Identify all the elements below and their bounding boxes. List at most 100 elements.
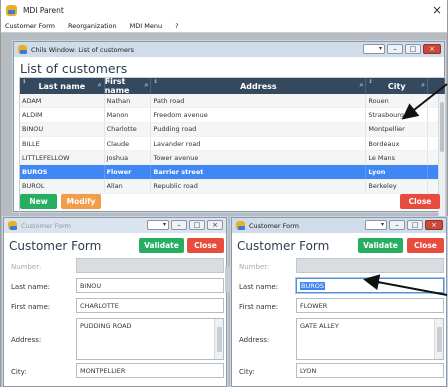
close-icon[interactable]: × <box>423 44 441 54</box>
number-label: Number: <box>11 263 42 271</box>
table-cell: Nathan <box>105 94 152 108</box>
form-titlebar: Customer Form ▾ – □ × <box>232 218 446 233</box>
app-title: MDI Parent <box>23 5 64 15</box>
table-cell: Lyon <box>366 165 429 179</box>
table-cell: ADAM <box>20 94 105 108</box>
table-cell: Bordeaux <box>366 136 429 151</box>
last-name-label: Last name: <box>11 283 51 291</box>
validate-button[interactable]: Validate <box>139 238 184 253</box>
number-field <box>76 258 230 292</box>
table-cell: LITTLEFELLOW <box>20 151 105 165</box>
modify-button[interactable]: Modify <box>61 194 101 209</box>
address-field[interactable]: GATE ALLEY <box>296 318 444 360</box>
close-icon[interactable]: × <box>425 220 443 230</box>
column-city[interactable]: ↕ City ⌕ <box>366 78 429 94</box>
table-cell: BINOU <box>20 122 105 136</box>
validate-button[interactable]: Validate <box>358 238 403 253</box>
last-name-field[interactable]: BUROS <box>296 278 444 293</box>
maximize-icon[interactable]: □ <box>407 220 423 230</box>
table-cell: Strasbourg <box>366 108 429 122</box>
window-icon <box>8 221 17 230</box>
window-icon <box>18 45 27 54</box>
table-cell: Barrier street <box>151 165 367 179</box>
address-scrollbar[interactable] <box>214 319 223 359</box>
pin-dropdown-icon[interactable]: ▾ <box>365 220 387 230</box>
city-field[interactable]: MONTPELLIER <box>76 363 224 378</box>
table-row[interactable]: ADAM Nathan Path road Rouen <box>20 94 445 109</box>
number-field <box>296 258 444 273</box>
maximize-icon[interactable]: □ <box>405 44 421 54</box>
first-name-label: First name: <box>11 303 51 311</box>
table-cell: Freedom avenue <box>151 108 367 122</box>
table-cell: Lavander road <box>151 136 367 151</box>
city-label: City: <box>11 368 27 376</box>
new-button[interactable]: New <box>20 194 57 209</box>
maximize-icon[interactable]: □ <box>189 220 205 230</box>
table-cell: Allan <box>105 179 152 194</box>
last-name-value: BUROS <box>300 281 325 290</box>
column-first-name[interactable]: ↕ First name ⌕ <box>105 78 152 95</box>
table-cell: Path road <box>151 94 367 108</box>
address-value: GATE ALLEY <box>300 322 339 330</box>
close-button[interactable]: Close <box>400 194 440 209</box>
window-buttons: ▾ – □ × <box>147 220 223 230</box>
window-title: Customer Form <box>249 221 300 230</box>
menu-reorganization[interactable]: Reorganization <box>68 22 117 30</box>
pin-dropdown-icon[interactable]: ▾ <box>363 44 385 54</box>
app-titlebar: MDI Parent × <box>1 0 447 20</box>
table-cell: BILLE <box>20 136 105 151</box>
table-row[interactable]: BILLE Claude Lavander road Bordeaux <box>20 136 445 152</box>
last-name-label: Last name: <box>239 283 279 291</box>
menu-mdi-menu[interactable]: MDI Menu <box>130 22 162 30</box>
table-row[interactable]: BUROL Allan Republic road Berkeley <box>20 179 445 195</box>
address-value: PUDDING ROAD <box>80 322 132 330</box>
number-label: Number: <box>239 263 270 271</box>
table-cell: Charlotte <box>105 122 152 136</box>
last-name-field[interactable]: BINOU <box>76 278 224 293</box>
close-button[interactable]: Close <box>407 238 444 253</box>
address-scrollbar[interactable] <box>434 319 443 359</box>
mdi-parent-window: MDI Parent × Customer Form Reorganizatio… <box>0 0 448 387</box>
close-icon[interactable]: × <box>207 220 223 230</box>
table-row[interactable]: ALDIM Manon Freedom avenue Strasbourg <box>20 108 445 123</box>
column-last-name[interactable]: ↕ Last name ⌕ <box>20 78 105 94</box>
first-name-field[interactable]: CHARLOTTE <box>76 298 224 313</box>
address-label: Address: <box>239 336 270 344</box>
customer-list-window: Chils Window: List of customers ▾ – □ × … <box>13 41 446 225</box>
first-name-field[interactable]: FLOWER <box>296 298 444 313</box>
minimize-icon[interactable]: – <box>387 44 403 54</box>
window-icon <box>236 221 245 230</box>
minimize-icon[interactable]: – <box>389 220 405 230</box>
city-label: City: <box>239 368 255 376</box>
customer-form-window-right: Customer Form ▾ – □ × Customer Form Vali… <box>231 217 447 387</box>
customer-list-titlebar: Chils Window: List of customers ▾ – □ × <box>14 42 444 57</box>
table-cell: Rouen <box>366 94 429 108</box>
form-titlebar: Customer Form ▾ – □ × <box>4 218 226 233</box>
scrollbar-thumb[interactable] <box>440 102 444 152</box>
table-header: ↕ Last name ⌕ ↕ First name ⌕ ↕ Address ⌕ ↕ City… <box>20 78 445 95</box>
pin-dropdown-icon[interactable]: ▾ <box>147 220 169 230</box>
form-heading: Customer Form <box>237 239 330 253</box>
close-icon[interactable]: × <box>432 2 442 18</box>
first-name-label: First name: <box>239 303 279 311</box>
address-field[interactable]: PUDDING ROAD <box>76 318 224 360</box>
table-cell: Le Mans <box>366 151 429 165</box>
minimize-icon[interactable]: – <box>171 220 187 230</box>
table-cell: Claude <box>105 136 152 151</box>
table-row[interactable]: BINOU Charlotte Pudding road Montpellier <box>20 122 445 137</box>
menu-help[interactable]: ? <box>175 22 178 30</box>
table-cell: Manon <box>105 108 152 122</box>
table-cell: BUROL <box>20 179 105 194</box>
menu-customer-form[interactable]: Customer Form <box>5 22 55 30</box>
column-address[interactable]: ↕ Address ⌕ <box>151 78 367 94</box>
window-title: Chils Window: List of customers <box>31 45 135 54</box>
close-button[interactable]: Close <box>187 238 224 253</box>
table-cell: BUROS <box>20 165 105 179</box>
table-row[interactable]: LITTLEFELLOW Joshua Tower avenue Le Mans <box>20 151 445 166</box>
window-buttons: ▾ – □ × <box>365 220 443 230</box>
table-cell: Joshua <box>105 151 152 165</box>
city-field[interactable]: LYON <box>296 363 444 378</box>
table-cell: Berkeley <box>366 179 429 194</box>
table-row[interactable]: BUROS Flower Barrier street Lyon <box>20 165 445 180</box>
table-cell: ALDIM <box>20 108 105 122</box>
